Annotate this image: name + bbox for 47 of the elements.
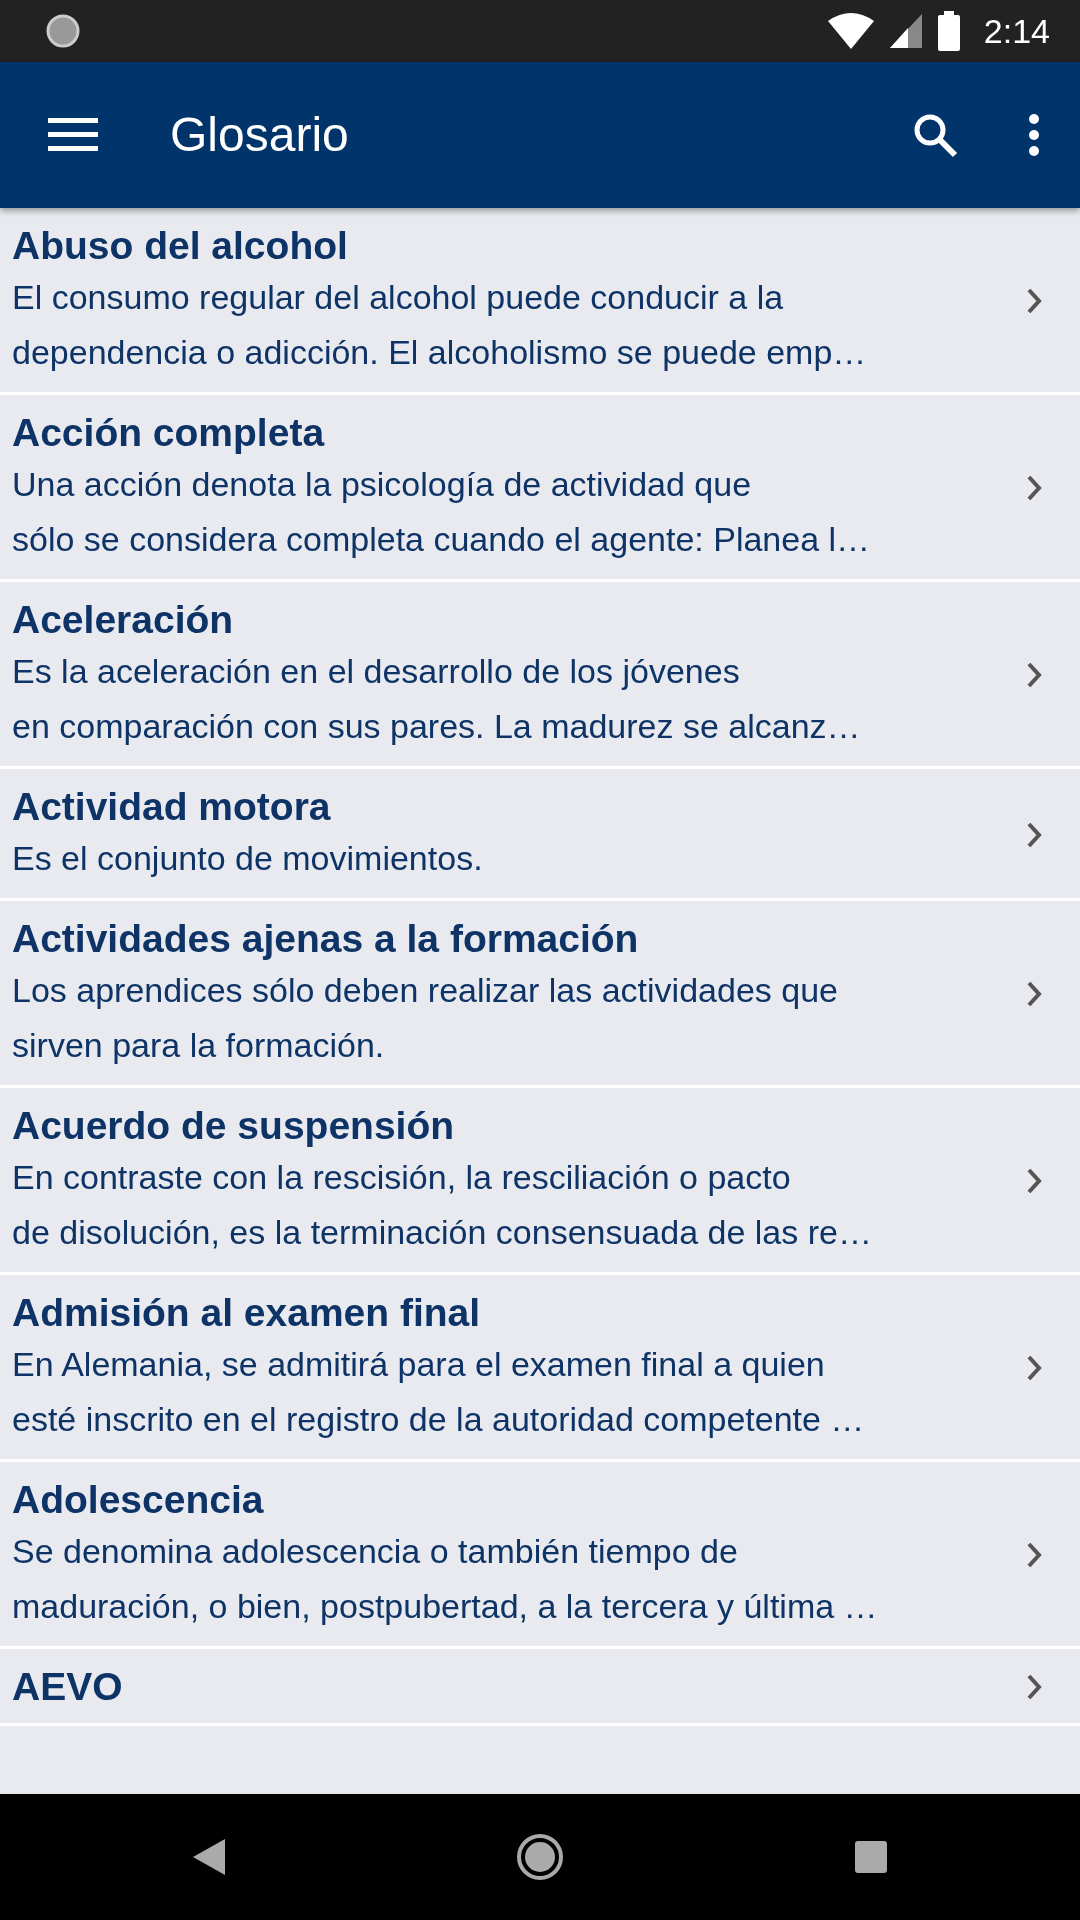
search-button[interactable] xyxy=(912,112,958,158)
chevron-icon xyxy=(1026,661,1042,689)
term-description: Es la aceleración en el desarrollo de los jóvenes en comparación con sus pares. La madurez se alcanz… xyxy=(12,651,862,747)
glossary-item[interactable]: AEVO xyxy=(0,1649,1080,1726)
chevron-icon xyxy=(1026,1673,1042,1701)
home-icon[interactable] xyxy=(516,1833,564,1881)
term-description: El consumo regular del alcohol puede conducir a la dependencia o adicción. El alcoholismo se puede emp… xyxy=(12,277,868,373)
wifi-icon xyxy=(827,13,874,49)
glossary-item[interactable]: Adolescencia Se denomina adolescencia o también tiempo de maduración, o bien, postpubertad, a la tercera y última … xyxy=(0,1462,1080,1649)
chevron-icon xyxy=(1026,1167,1042,1195)
term-description: Es el conjunto de movimientos. xyxy=(12,838,484,879)
glossary-item[interactable]: Actividad motora Es el conjunto de movimientos. xyxy=(0,769,1080,901)
term-description: Se denomina adolescencia o también tiempo de maduración, o bien, postpubertad, a la tercera y última … xyxy=(12,1531,879,1627)
chevron-icon xyxy=(1026,287,1042,315)
chevron-icon xyxy=(1026,980,1042,1008)
chevron-icon xyxy=(1026,474,1042,502)
app-title: Glosario xyxy=(170,107,350,163)
term-title: Adolescencia xyxy=(12,1477,265,1523)
glossary-item[interactable]: Abuso del alcohol El consumo regular del alcohol puede conducir a la dependencia o adicción. El alcoholismo se puede emp… xyxy=(0,208,1080,395)
glossary-item[interactable]: Actividades ajenas a la formación Los aprendices sólo deben realizar las actividades que sirven para la formación. xyxy=(0,901,1080,1088)
loading-icon xyxy=(46,14,80,48)
glossary-item[interactable]: Acción completa Una acción denota la psicología de actividad que sólo se considera completa cuando el agente: Planea l… xyxy=(0,395,1080,582)
term-description: En Alemania, se admitirá para el examen final a quien esté inscrito en el registro de la autoridad competente … xyxy=(12,1344,866,1440)
term-title: Admisión al examen final xyxy=(12,1290,482,1336)
term-description: En contraste con la rescisión, la resciliación o pacto de disolución, es la terminación consensuada de las re… xyxy=(12,1157,873,1253)
term-description: Una acción denota la psicología de actividad que sólo se considera completa cuando el agente: Planea l… xyxy=(12,464,872,560)
clock-time: 2:14 xyxy=(983,10,1050,52)
term-title: Acuerdo de suspensión xyxy=(12,1103,456,1149)
term-title: Acción completa xyxy=(12,410,326,456)
more-options-button[interactable] xyxy=(1028,114,1040,156)
term-title: Actividades ajenas a la formación xyxy=(12,916,640,962)
glossary-item[interactable]: Admisión al examen final En Alemania, se admitirá para el examen final a quien esté inscrito en el registro de la autoridad competente … xyxy=(0,1275,1080,1462)
term-description: Los aprendices sólo deben realizar las actividades que sirven para la formación. xyxy=(12,970,839,1066)
chevron-icon xyxy=(1026,820,1042,849)
term-title: Aceleración xyxy=(12,597,235,643)
menu-button[interactable] xyxy=(48,118,98,152)
term-title: Actividad motora xyxy=(12,784,332,830)
signal-icon xyxy=(889,14,922,48)
glossary-item[interactable]: Aceleración Es la aceleración en el desarrollo de los jóvenes en comparación con sus pares. La madurez se alcanz… xyxy=(0,582,1080,769)
term-title: AEVO xyxy=(12,1664,124,1710)
glossary-item[interactable]: Acuerdo de suspensión En contraste con la rescisión, la resciliación o pacto de disolución, es la terminación consensuada de las re… xyxy=(0,1088,1080,1275)
chevron-icon xyxy=(1026,1541,1042,1569)
recents-icon[interactable] xyxy=(854,1841,887,1873)
battery-icon xyxy=(937,11,960,51)
chevron-icon xyxy=(1026,1354,1042,1382)
back-icon[interactable] xyxy=(193,1839,226,1875)
term-title: Abuso del alcohol xyxy=(12,223,349,269)
